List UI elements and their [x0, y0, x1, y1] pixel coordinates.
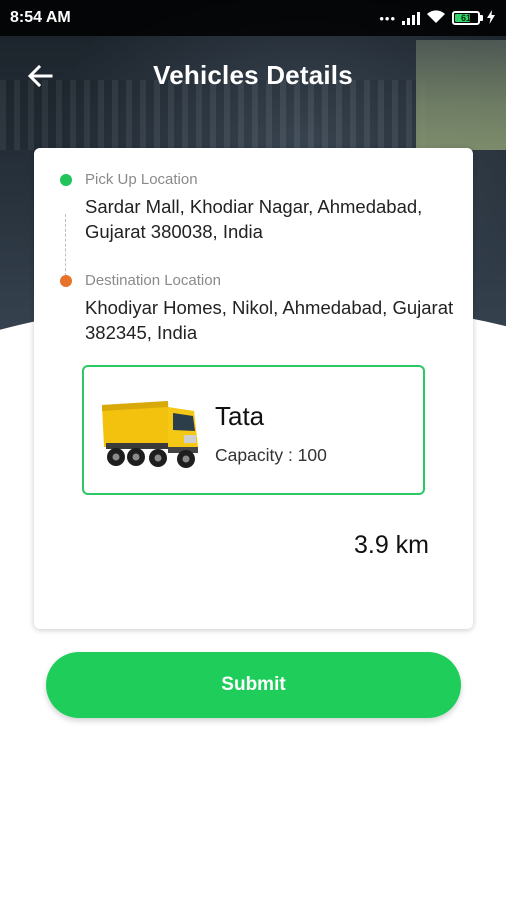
pickup-dot-icon — [60, 174, 72, 186]
submit-button[interactable]: Submit — [46, 652, 461, 718]
pickup-address: Sardar Mall, Khodiar Nagar, Ahmedabad, G… — [85, 196, 423, 242]
charging-icon — [486, 9, 496, 27]
battery-icon: 61 — [452, 11, 483, 25]
destination-address: Khodiyar Homes, Nikol, Ahmedabad, Gujara… — [85, 297, 454, 343]
vehicle-option-card[interactable]: Tata Capacity : 100 — [82, 365, 425, 495]
page-title: Vehicles Details — [153, 60, 353, 90]
destination-location: Destination Location Khodiyar Homes, Nik… — [60, 271, 460, 345]
wifi-icon — [426, 9, 446, 27]
pickup-location: Pick Up Location Sardar Mall, Khodiar Na… — [60, 170, 460, 244]
dump-truck-icon — [102, 401, 198, 468]
app-bar: Vehicles Details — [0, 44, 506, 108]
signal-icon — [402, 11, 420, 25]
destination-dot-icon — [60, 275, 72, 287]
pickup-label: Pick Up Location — [85, 171, 198, 188]
status-time: 8:54 AM — [10, 9, 71, 26]
notification-dots-icon: ••• — [379, 10, 396, 26]
trip-details-card: Pick Up Location Sardar Mall, Khodiar Na… — [34, 148, 473, 629]
vehicle-capacity: Capacity : 100 — [215, 445, 327, 465]
status-icons: ••• 61 — [379, 9, 496, 27]
status-bar: 8:54 AM ••• 61 — [0, 0, 506, 36]
vehicle-name: Tata — [215, 401, 265, 431]
distance-value: 3.9 km — [353, 531, 429, 559]
battery-level: 61 — [460, 13, 471, 23]
route-section: Pick Up Location Sardar Mall, Khodiar Na… — [60, 170, 460, 345]
destination-label: Destination Location — [85, 272, 221, 289]
